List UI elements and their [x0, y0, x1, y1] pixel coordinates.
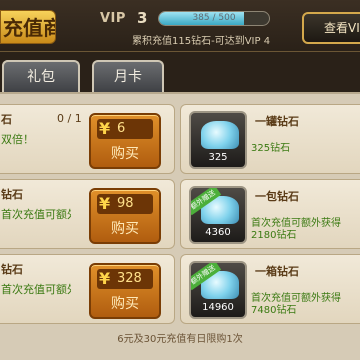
gem-amount: 4360	[205, 227, 231, 238]
item-bonus-desc: 7480钻石	[251, 305, 297, 316]
item-desc: 双倍！	[1, 133, 34, 146]
yen-icon: ¥	[99, 269, 111, 288]
buy-label: 购买	[111, 296, 139, 312]
item-desc: 首次充值可额外获得	[1, 208, 71, 221]
gem-icon: 额外赠送 14960	[189, 261, 247, 319]
shop-item: 石 0 / 1 双倍！ ¥ 6 购买	[0, 104, 175, 174]
gem-amount: 14960	[202, 302, 234, 313]
shop-item: 钻石 首次充值可额外获得 ¥ 98 购买	[0, 179, 175, 249]
price: 6	[117, 121, 126, 136]
buy-button[interactable]: ¥ 6 购买	[89, 113, 161, 169]
shop-item[interactable]: 额外赠送 14960 一箱钻石 首次充值可额外获得 7480钻石	[180, 254, 360, 324]
yen-icon: ¥	[99, 119, 111, 138]
shop-item: 钻石 首次充值可额外获得 ¥ 328 购买	[0, 254, 175, 324]
vip-level: 3	[137, 9, 148, 27]
buy-button[interactable]: ¥ 98 购买	[89, 188, 161, 244]
shop-title: 充值商店	[0, 10, 56, 44]
buy-label: 购买	[111, 146, 139, 162]
shop-item[interactable]: 325 一罐钻石 325钻石	[180, 104, 360, 174]
item-name: 一箱钻石	[255, 265, 299, 278]
footer-note: 6元及30元充值有日限购1次	[117, 334, 243, 345]
item-desc: 325钻石	[251, 143, 291, 154]
item-desc: 首次充值可额外获得	[1, 283, 71, 296]
item-limit: 0 / 1	[57, 112, 82, 125]
gem-icon: 325	[189, 111, 247, 169]
price: 98	[117, 196, 134, 211]
tab-label: 月卡	[114, 69, 142, 85]
buy-label: 购买	[111, 221, 139, 237]
item-name: 一罐钻石	[255, 115, 299, 128]
view-vip-button[interactable]: 查看VIP	[302, 12, 360, 44]
shop-item[interactable]: 额外赠送 4360 一包钻石 首次充值可额外获得 2180钻石	[180, 179, 360, 249]
item-name: 钻石	[1, 188, 23, 201]
price-box: ¥ 328	[97, 269, 153, 289]
gem-amount: 325	[208, 152, 228, 163]
price-box: ¥ 98	[97, 194, 153, 214]
item-name: 石	[1, 113, 12, 126]
diamond-icon	[201, 121, 239, 149]
item-name: 钻石	[1, 263, 23, 276]
price: 328	[117, 271, 142, 286]
buy-button[interactable]: ¥ 328 购买	[89, 263, 161, 319]
item-name: 一包钻石	[255, 190, 299, 203]
vip-label: VIP	[100, 11, 126, 26]
gem-icon: 额外赠送 4360	[189, 186, 247, 244]
tab-label: 礼包	[27, 69, 55, 85]
vip-progress-text: 385 / 500	[192, 13, 236, 23]
tab-monthly-card[interactable]: 月卡	[92, 60, 164, 92]
item-bonus-desc: 2180钻石	[251, 230, 297, 241]
vip-hint: 累积充值115钻石-可达到VIP 4	[132, 36, 271, 47]
tab-gift[interactable]: 礼包	[2, 60, 80, 92]
top-bar: 充值商店 VIP 3 385 / 500 累积充值115钻石-可达到VIP 4 …	[0, 0, 360, 52]
yen-icon: ¥	[99, 194, 111, 213]
vip-progress-bar: 385 / 500	[158, 11, 270, 26]
price-box: ¥ 6	[97, 119, 153, 139]
